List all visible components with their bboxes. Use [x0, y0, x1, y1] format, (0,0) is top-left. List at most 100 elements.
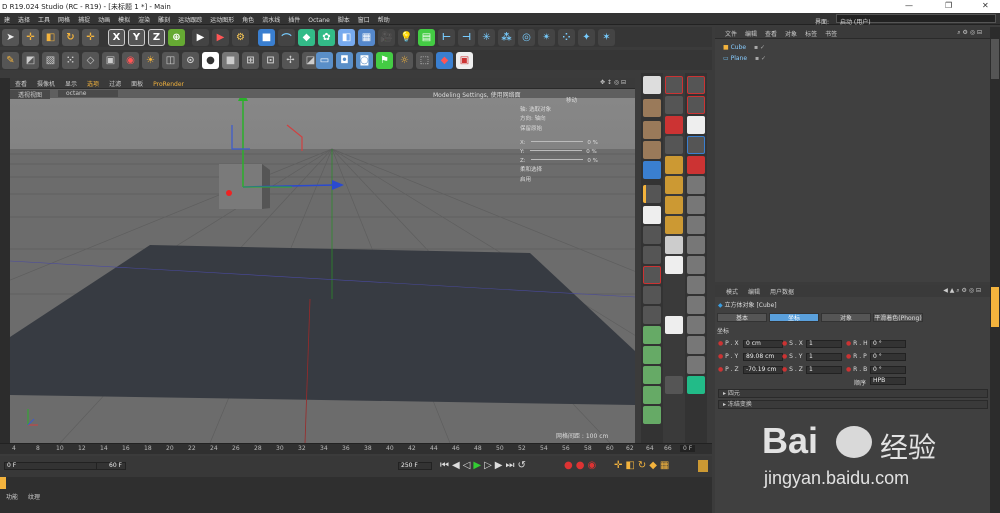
tab-phong[interactable]: 平滑着色(Phong) [873, 313, 923, 322]
obj-menu-edit[interactable]: 编辑 [741, 27, 761, 40]
octane-camera-icon[interactable]: ◙ [356, 52, 373, 69]
timeline-ruler[interactable]: 4 8 10 12 14 16 18 20 22 24 26 28 30 32 … [0, 443, 712, 454]
viewport-menu-options[interactable]: 选项 [82, 78, 104, 89]
explode-icon[interactable]: ✴ [538, 29, 555, 46]
attr-menu-mode[interactable]: 模式 [721, 285, 743, 298]
octane-light-icon[interactable]: ⚑ [376, 52, 393, 69]
tab-perspective[interactable]: 透视视图 [10, 90, 51, 99]
close-button[interactable]: ✕ [982, 1, 989, 10]
recent-tool-icon[interactable]: ✛ [82, 29, 99, 46]
py-input[interactable]: 89.08 cm [743, 353, 783, 361]
image-icon[interactable] [687, 116, 705, 134]
visibility-icon[interactable]: ▪ ✓ [755, 55, 766, 62]
bars-icon[interactable] [643, 226, 661, 244]
cluster-4-icon[interactable] [665, 216, 683, 234]
spline-icon[interactable]: ⌒ [278, 29, 295, 46]
modifier-icon[interactable] [665, 76, 683, 94]
y-slider[interactable] [530, 150, 583, 152]
viewport-nav-icon[interactable]: ✥ ↕ ◎ ⊟ [595, 78, 631, 87]
object-row-cube[interactable]: ■ Cube ▪ ✓ [723, 44, 765, 51]
stripes-icon[interactable] [643, 206, 661, 224]
sx-input[interactable]: 1 [806, 340, 842, 348]
gray-7-icon[interactable] [687, 296, 705, 314]
menu-item[interactable]: 雕刻 [154, 13, 174, 24]
menu-item[interactable]: 渲染 [134, 13, 154, 24]
tab-function[interactable]: 功能 [6, 494, 18, 501]
obj-menu-bookmarks[interactable]: 书签 [821, 27, 841, 40]
menu-item[interactable]: 窗口 [354, 13, 374, 24]
points-mode-icon[interactable]: ⁙ [62, 52, 79, 69]
layers-2-icon[interactable] [643, 366, 661, 384]
sculpt-icon[interactable] [643, 76, 661, 94]
stack-icon[interactable] [643, 326, 661, 344]
cluster-2-icon[interactable] [665, 176, 683, 194]
viewport-menu-panel[interactable]: 面板 [126, 78, 148, 89]
rp-input[interactable]: 0 ° [870, 353, 906, 361]
red-cube-icon[interactable] [665, 116, 683, 134]
subdivision-icon[interactable]: ◆ [298, 29, 315, 46]
edges-mode-icon[interactable]: ◇ [82, 52, 99, 69]
keyframe-icon[interactable]: ● [718, 340, 723, 347]
z-slider[interactable] [531, 159, 584, 161]
gray-1-icon[interactable] [687, 176, 705, 194]
grid-icon[interactable] [665, 136, 683, 154]
sun-tool-icon[interactable] [643, 306, 661, 324]
rh-input[interactable]: 0 ° [870, 340, 906, 348]
tab-object[interactable]: 对象 [821, 313, 871, 322]
octane-sky-icon[interactable]: ☼ [396, 52, 413, 69]
menu-item[interactable]: 脚本 [334, 13, 354, 24]
maximize-button[interactable]: ❐ [945, 1, 952, 10]
sy-input[interactable]: 1 [806, 353, 842, 361]
z-axis-lock-icon[interactable]: Z [148, 29, 165, 46]
grid-tool-icon[interactable]: ▤ [418, 29, 435, 46]
render-picture-viewer-icon[interactable]: ▶ [212, 29, 229, 46]
gray-8-icon[interactable] [687, 316, 705, 334]
menu-item[interactable]: Octane [304, 15, 334, 24]
sz-input[interactable]: 1 [806, 366, 842, 374]
scatter-icon[interactable]: ⁘ [558, 29, 575, 46]
move-icon[interactable]: ✛ [22, 29, 39, 46]
order-dropdown[interactable]: HPB [870, 377, 906, 385]
overlay-z-row[interactable]: Z: 0 % [520, 157, 630, 166]
menu-item[interactable]: 动画 [94, 13, 114, 24]
menu-item[interactable]: 插件 [284, 13, 304, 24]
effector-icon[interactable]: ✶ [598, 29, 615, 46]
render-view-icon[interactable]: ▶ [192, 29, 209, 46]
gray-6-icon[interactable] [687, 276, 705, 294]
menu-item[interactable]: 流水线 [258, 13, 284, 24]
octane-texture-icon[interactable]: ▣ [456, 52, 473, 69]
attr-menu-edit[interactable]: 编辑 [743, 285, 765, 298]
object-row-plane[interactable]: ▭ Plane ▪ ✓ [723, 55, 766, 62]
viewport-menu-filter[interactable]: 过滤 [104, 78, 126, 89]
record-icon[interactable]: ● [202, 52, 219, 69]
overlay-y-row[interactable]: Y: 0 % [520, 148, 630, 157]
z-value[interactable]: 0 % [587, 158, 597, 164]
heart-icon[interactable] [665, 256, 683, 274]
cube-layer-icon[interactable] [643, 99, 661, 117]
3d-viewport[interactable]: 透视视图 octane Modeling Settings, 使用网络面 移动 … [10, 89, 635, 443]
attr-menu-user-data[interactable]: 用户数据 [765, 285, 799, 298]
select-arrow-icon[interactable]: ➤ [2, 29, 19, 46]
floor-icon[interactable]: ▦ [358, 29, 375, 46]
obj-search-icon[interactable]: ⌕ ⚙ ◎ ⊟ [953, 27, 986, 39]
menu-item[interactable]: 角色 [238, 13, 258, 24]
camera-icon[interactable]: 🎥 [378, 29, 395, 46]
attr-nav-icon[interactable]: ◀ ▲ ⌕ ⚙ ◎ ⊟ [938, 285, 986, 297]
px-input[interactable]: 0 cm [743, 340, 783, 348]
align-icon[interactable]: ⊢ [438, 29, 455, 46]
keyframe-icon[interactable]: ● [782, 340, 787, 347]
interface-dropdown[interactable]: 启动 (用户) [836, 14, 996, 26]
end-frame-field[interactable]: 60 F [96, 462, 126, 470]
keyframe-icon[interactable]: ● [782, 366, 787, 373]
ring-icon[interactable] [687, 76, 705, 94]
dots-icon[interactable] [643, 286, 661, 304]
viewport-menu-view[interactable]: 查看 [10, 78, 32, 89]
modeling-axis-icon[interactable]: ✢ [282, 52, 299, 69]
section-freeze[interactable]: ▸ 冻结变换 [718, 400, 988, 409]
max-frame-field[interactable]: 250 F [398, 462, 432, 470]
gray-5-icon[interactable] [687, 256, 705, 274]
rb-input[interactable]: 0 ° [870, 366, 906, 374]
workplane-icon[interactable]: ◫ [162, 52, 179, 69]
tab-coord[interactable]: 坐标 [769, 313, 819, 322]
octane-live-viewer-icon[interactable]: ▭ [316, 52, 333, 69]
